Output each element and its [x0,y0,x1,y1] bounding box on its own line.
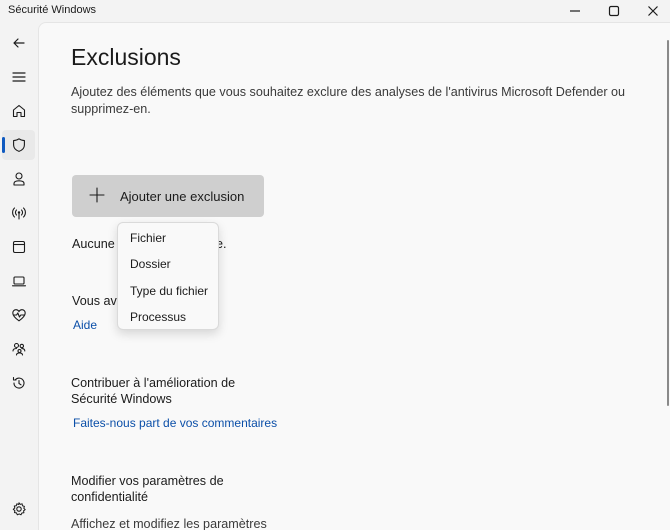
close-icon [648,6,658,16]
wireless-icon [12,207,26,220]
maximize-icon [608,5,620,17]
contribute-title-line1: Contribuer à l'amélioration de [71,376,236,390]
menu-item-process[interactable]: Processus [130,310,186,324]
title-bar: Sécurité Windows [0,0,670,22]
close-button[interactable] [634,0,670,22]
contribute-title-line2: Sécurité Windows [71,392,172,406]
sidebar-item-device-performance[interactable] [0,300,38,330]
sidebar-item-device-security[interactable] [0,266,38,296]
sidebar-item-virus-protection[interactable] [0,130,38,160]
family-icon [12,342,26,356]
sidebar-item-protection-history[interactable] [0,368,38,398]
sidebar-item-home[interactable] [0,96,38,126]
heart-pulse-icon [12,309,26,322]
app-title: Sécurité Windows [8,4,97,16]
hamburger-menu-icon [12,72,26,82]
back-button[interactable] [0,28,38,58]
laptop-icon [11,276,27,287]
plus-icon [89,187,105,203]
menu-item-folder[interactable]: Dossier [130,257,171,271]
privacy-title-line1: Modifier vos paramètres de [71,474,224,488]
exclusion-type-menu: Fichier Dossier Type du fichier Processu… [117,222,219,330]
page-description: Ajoutez des éléments que vous souhaitez … [71,85,626,116]
minimize-icon [570,10,580,12]
sidebar-item-app-browser[interactable] [0,232,38,262]
scrollbar[interactable] [667,40,669,406]
menu-item-file-type[interactable]: Type du fichier [130,284,208,298]
sidebar-item-family-options[interactable] [0,334,38,364]
privacy-description: Affichez et modifiez les paramètres [71,517,267,530]
help-link[interactable]: Aide [73,318,97,332]
sidebar-item-settings[interactable] [0,494,38,524]
minimize-button[interactable] [556,0,594,22]
home-icon [12,104,26,118]
gear-icon [12,502,26,516]
add-exclusion-button[interactable]: Ajouter une exclusion [72,175,264,217]
person-icon [13,172,25,186]
shield-icon [13,138,25,152]
feedback-link[interactable]: Faites-nous part de vos commentaires [73,416,277,430]
no-exclusions-text-left: Aucune [72,237,115,251]
back-arrow-icon [13,38,25,48]
sidebar-item-firewall[interactable] [0,198,38,228]
sidebar-item-account-protection[interactable] [0,164,38,194]
history-icon [12,376,25,389]
add-exclusion-label: Ajouter une exclusion [120,189,245,204]
sidebar-item-menu[interactable] [0,62,38,92]
app-browser-icon [12,240,26,254]
privacy-title-line2: confidentialité [71,490,149,504]
menu-item-file[interactable]: Fichier [130,231,166,245]
maximize-button[interactable] [595,0,633,22]
page-title: Exclusions [71,44,181,70]
